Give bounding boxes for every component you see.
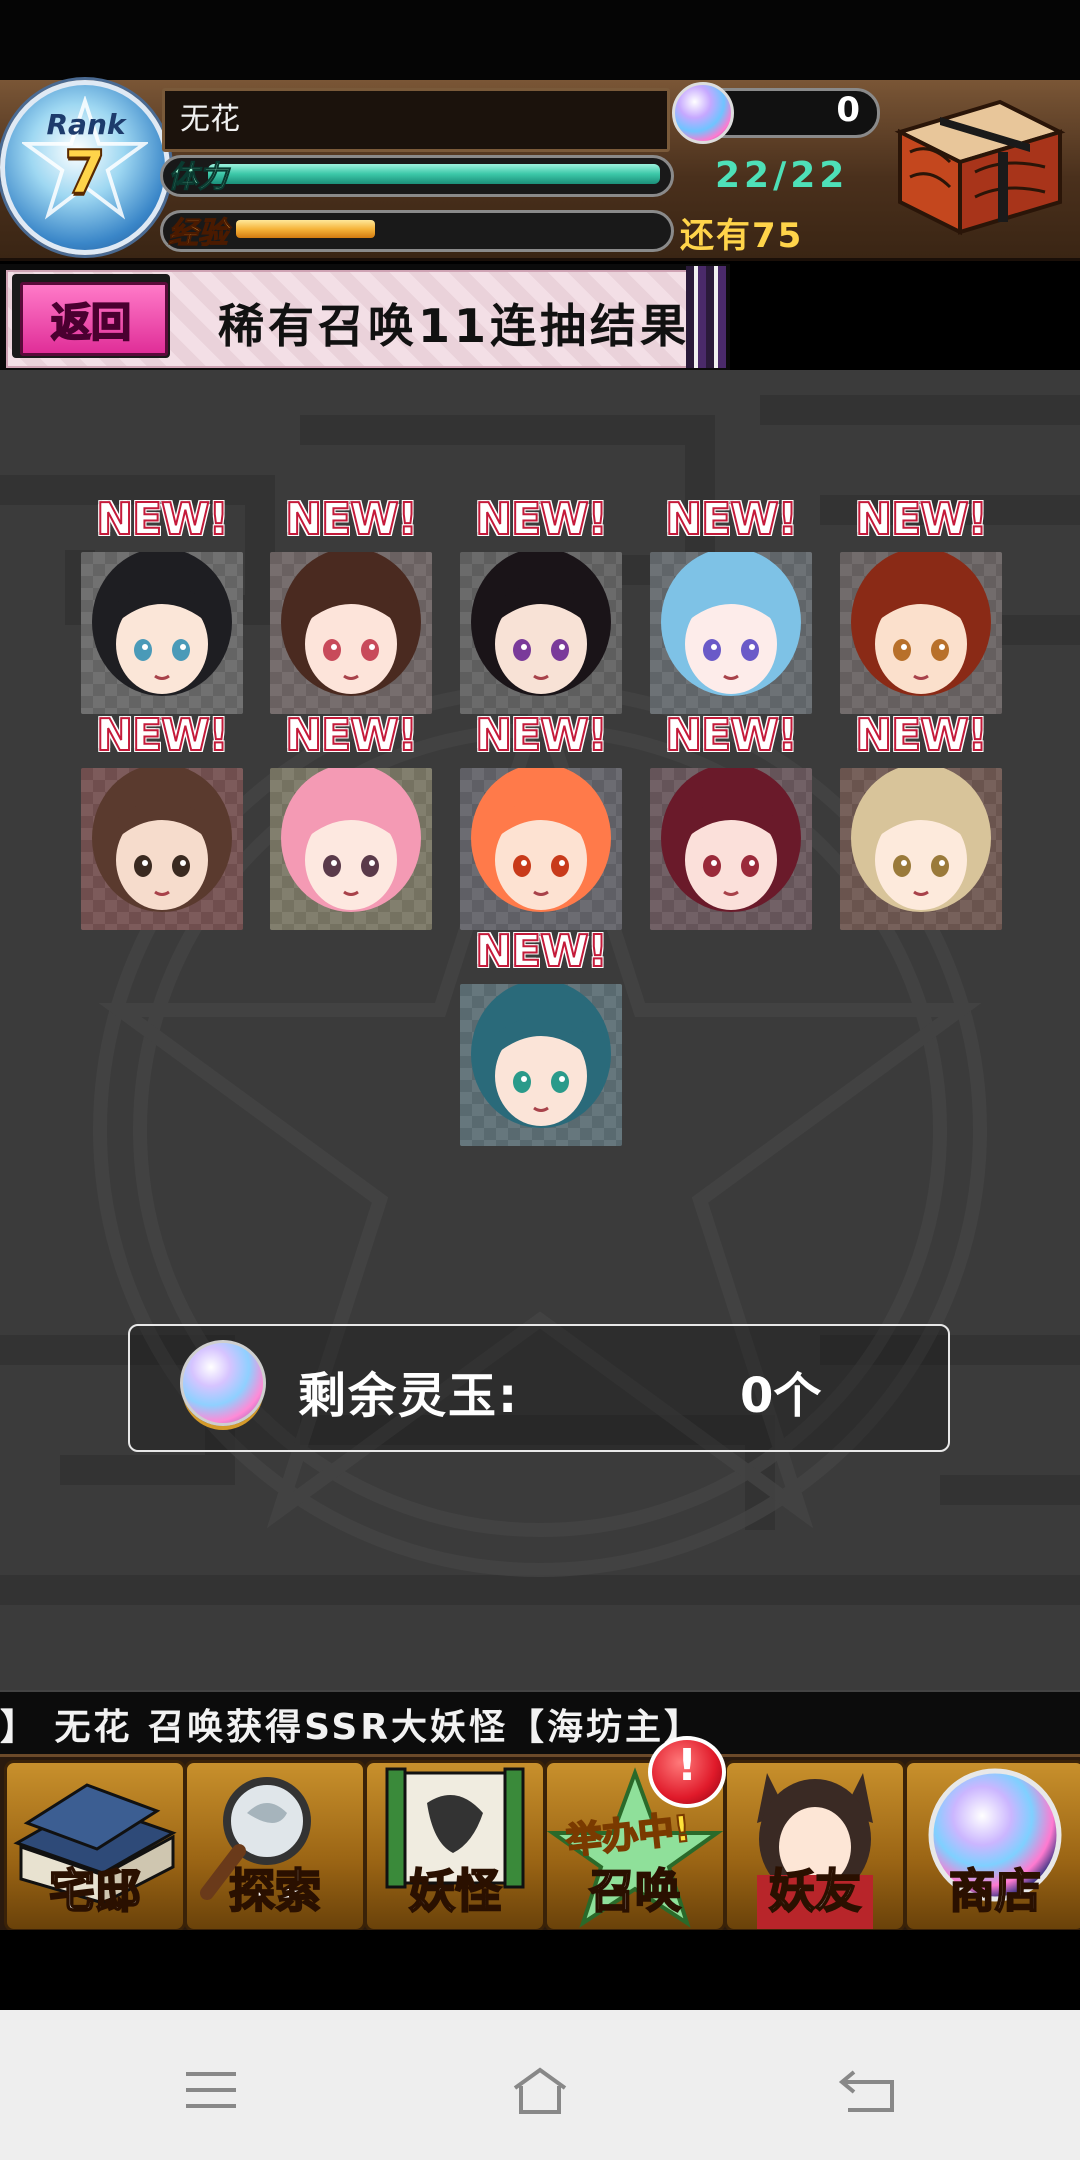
title-ribbon-end [686, 266, 726, 368]
nav-item-yokai[interactable]: 妖怪 [364, 1760, 546, 1932]
back-button-label[interactable]: 返回 [20, 290, 162, 348]
remaining-orbs-label: 剩余灵玉: [298, 1368, 520, 1424]
treasure-chest-icon[interactable] [880, 92, 1070, 242]
nav-item-mansion[interactable]: 宅邸 [4, 1760, 186, 1932]
character-portrait-icon [650, 768, 812, 930]
stamina-value: 22/22 [715, 155, 849, 196]
result-card-orange-hair-boy[interactable] [460, 768, 622, 930]
new-badge: NEW! [284, 493, 418, 546]
spirit-orb-icon [180, 1340, 266, 1426]
result-card-blonde-girl[interactable] [840, 768, 1002, 930]
character-portrait-icon [81, 552, 243, 714]
character-portrait-icon [460, 768, 622, 930]
result-card-fox-ear-girl[interactable] [840, 552, 1002, 714]
result-card-blue-hair-girl[interactable] [650, 552, 812, 714]
nav-item-friends[interactable]: 妖友 [724, 1760, 906, 1932]
result-card-black-hair-girl[interactable] [81, 552, 243, 714]
nav-label: 探索 [228, 1863, 322, 1919]
page-title: 稀有召唤11连抽结果 [218, 299, 691, 353]
nav-label: 召唤 [588, 1863, 682, 1919]
result-card-dark-hair-boy[interactable] [460, 552, 622, 714]
result-card-brown-hair-girl[interactable] [270, 552, 432, 714]
character-portrait-icon [81, 768, 243, 930]
remaining-orbs-value: 0个 [740, 1368, 822, 1424]
character-portrait-icon [650, 552, 812, 714]
new-badge: NEW! [474, 493, 608, 546]
new-badge: NEW! [664, 709, 798, 762]
new-badge: NEW! [474, 925, 608, 978]
character-portrait-icon [270, 768, 432, 930]
result-card-shark-hood-kid[interactable] [460, 984, 622, 1146]
nav-label: 妖友 [768, 1863, 862, 1919]
rank-value: 7 [63, 137, 107, 209]
result-card-short-hair-boy[interactable] [81, 768, 243, 930]
status-bar [0, 0, 1080, 80]
alert-badge-mark: ! [676, 1740, 698, 1791]
new-badge: NEW! [854, 493, 988, 546]
exp-label: 经验 [168, 216, 229, 252]
character-portrait-icon [460, 552, 622, 714]
new-badge: NEW! [284, 709, 418, 762]
menu-icon[interactable] [176, 2060, 246, 2120]
orb-count: 0 [836, 90, 860, 130]
exp-remaining: 还有75 [680, 216, 804, 256]
system-spacer [0, 1930, 1080, 2010]
nav-label: 宅邸 [48, 1863, 142, 1919]
nav-item-shop[interactable]: 商店 [904, 1760, 1080, 1932]
news-ticker-text: 】 无花 召唤获得SSR大妖怪【海坊主】 [0, 1707, 704, 1748]
nav-label: 商店 [948, 1863, 1042, 1919]
back-icon[interactable] [834, 2060, 904, 2120]
character-portrait-icon [840, 768, 1002, 930]
exp-bar-fill [236, 220, 375, 238]
spirit-orb-icon [672, 82, 734, 144]
stamina-label: 体力 [168, 160, 229, 196]
new-badge: NEW! [854, 709, 988, 762]
new-badge: NEW! [474, 709, 608, 762]
rank-label: Rank [46, 108, 126, 141]
character-portrait-icon [460, 984, 622, 1146]
player-name: 无花 [180, 102, 240, 137]
result-card-crimson-hair-girl[interactable] [650, 768, 812, 930]
new-badge: NEW! [95, 493, 229, 546]
character-portrait-icon [270, 552, 432, 714]
result-card-pink-hair-girl[interactable] [270, 768, 432, 930]
character-portrait-icon [840, 552, 1002, 714]
new-badge: NEW! [95, 709, 229, 762]
new-badge: NEW! [664, 493, 798, 546]
nav-label: 妖怪 [408, 1863, 502, 1919]
stamina-bar-fill [208, 164, 660, 184]
nav-item-explore[interactable]: 探索 [184, 1760, 366, 1932]
home-icon[interactable] [505, 2060, 575, 2120]
